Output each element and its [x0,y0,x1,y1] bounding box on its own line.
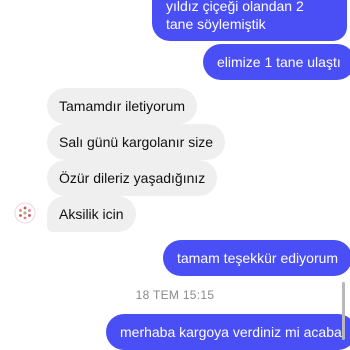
avatar-flower-graphic [14,202,36,224]
outgoing-message[interactable]: merhaba kargoya verdiniz mi acaba [106,314,350,350]
outgoing-message[interactable]: elimize 1 tane ulaştı [203,44,350,80]
floral-logo-avatar-icon[interactable] [14,202,36,224]
message-timestamp: 18 TEM 15:15 [135,288,215,302]
incoming-message[interactable]: Özür dileriz yaşadığınız [47,160,218,196]
incoming-message[interactable]: Salı günü kargolanır size [47,124,226,160]
outgoing-message[interactable]: tamam teşekkür ediyorum [163,240,350,276]
incoming-message[interactable]: Aksilik icin [47,196,136,232]
outgoing-message[interactable]: yıldız çiçeği olandan 2 tane söylemiştik [152,0,347,41]
scrollbar[interactable] [342,282,345,340]
incoming-message[interactable]: Tamamdır iletiyorum [47,88,198,124]
